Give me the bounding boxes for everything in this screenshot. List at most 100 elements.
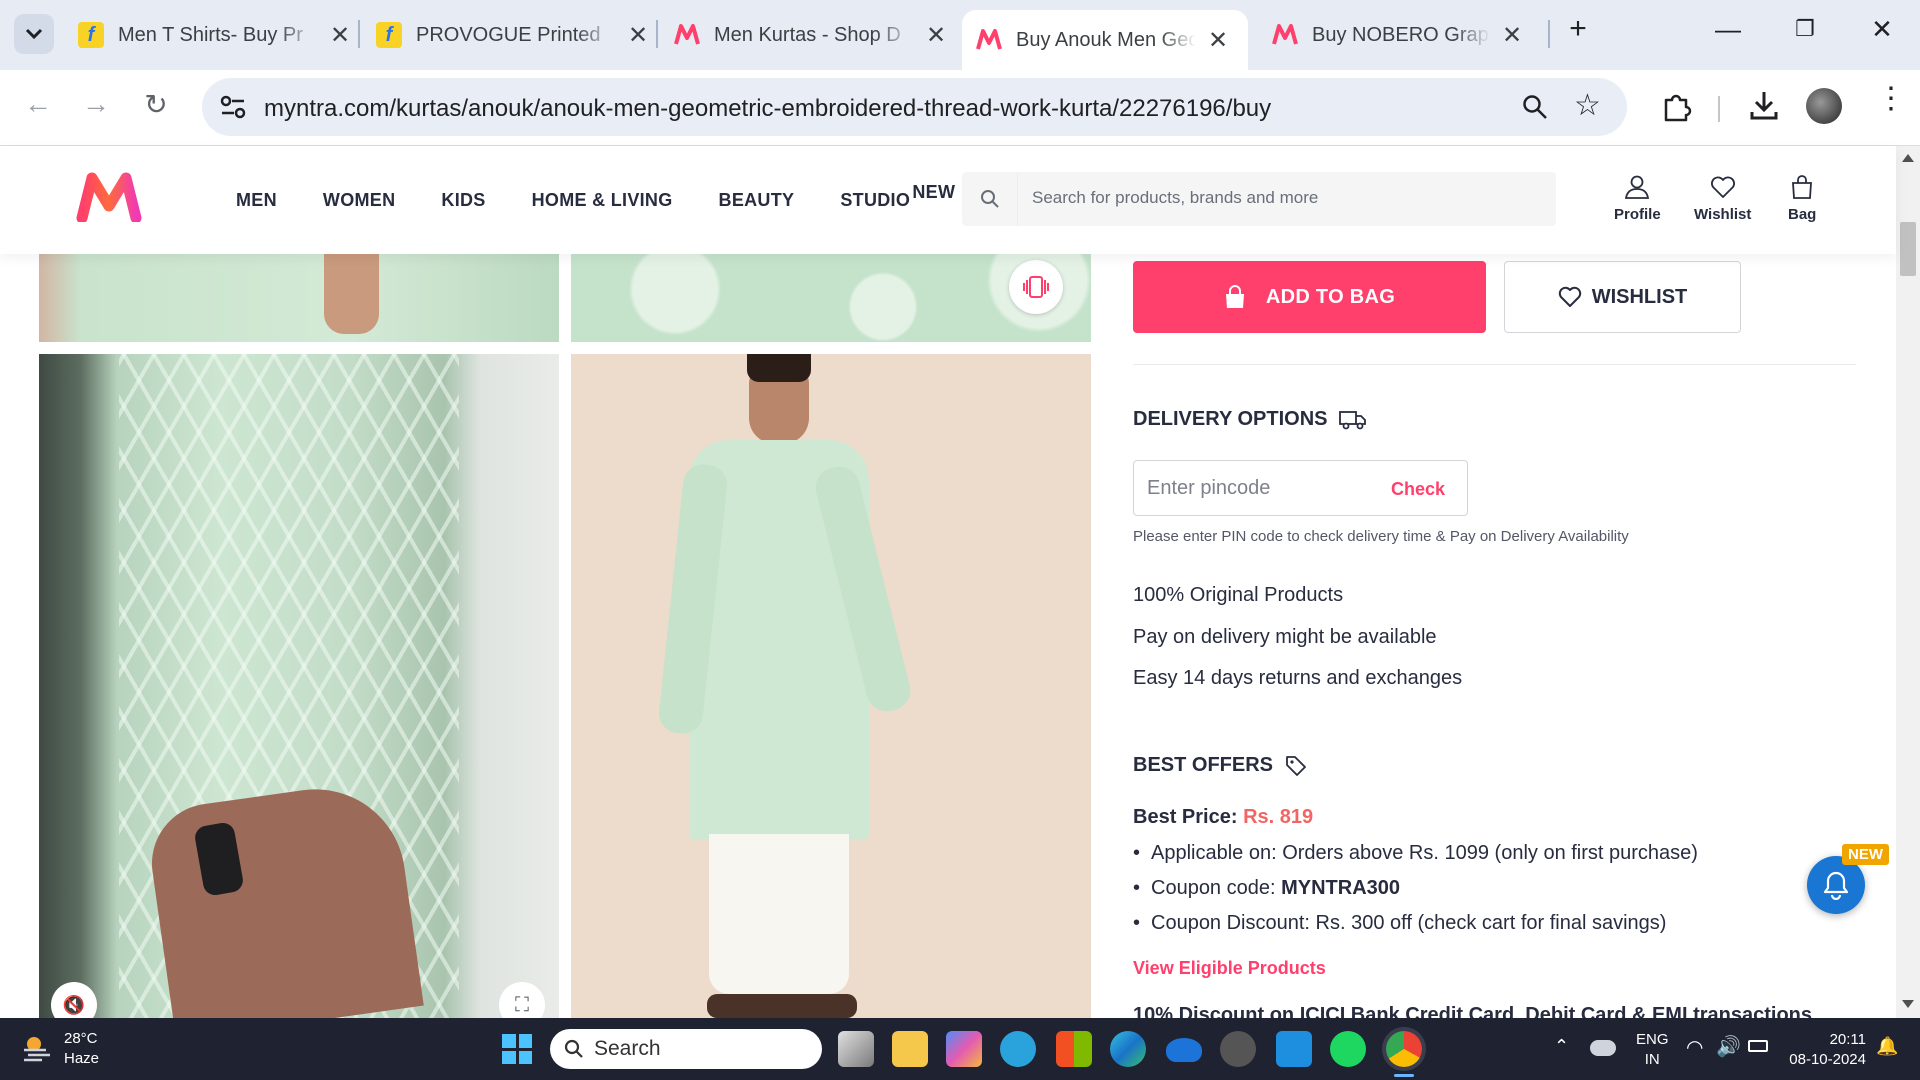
browser-tab-4-active[interactable]: Buy Anouk Men Geo ✕ <box>962 10 1248 70</box>
profile-button[interactable]: Profile <box>1614 174 1661 223</box>
delivery-options-heading: DELIVERY OPTIONS <box>1133 408 1367 431</box>
notification-center-icon[interactable]: 🔔 <box>1876 1036 1898 1057</box>
model-hair <box>747 354 811 382</box>
scrollbar-thumb[interactable] <box>1900 222 1916 276</box>
site-info-icon[interactable] <box>220 95 246 119</box>
bag-button[interactable]: Bag <box>1788 174 1816 223</box>
copilot-icon[interactable] <box>946 1031 982 1067</box>
minimize-icon[interactable]: — <box>1708 14 1748 45</box>
reload-icon[interactable]: ↻ <box>136 88 176 121</box>
view-eligible-products-link[interactable]: View Eligible Products <box>1133 958 1326 979</box>
nav-men[interactable]: MEN <box>236 190 277 211</box>
browser-tab-1[interactable]: f Men T Shirts- Buy Pr ✕ <box>64 10 366 60</box>
search-bar[interactable]: Search for products, brands and more <box>962 172 1556 226</box>
nav-home-living[interactable]: HOME & LIVING <box>532 190 673 211</box>
coupon-code: MYNTRA300 <box>1281 877 1401 899</box>
offer-text: Applicable on: Orders above Rs. 1099 (on… <box>1151 842 1698 864</box>
nav-women[interactable]: WOMEN <box>323 190 396 211</box>
search-icon <box>564 1039 583 1058</box>
wishlist-button[interactable]: Wishlist <box>1694 174 1751 223</box>
best-price-value: Rs. 819 <box>1243 806 1314 828</box>
zoom-search-icon[interactable] <box>1522 94 1548 120</box>
product-video[interactable]: 🔇 ⛶ <box>39 354 559 1018</box>
task-view-icon[interactable] <box>838 1031 874 1067</box>
scroll-down-arrow-icon[interactable] <box>1902 1000 1914 1008</box>
product-image-model[interactable] <box>571 354 1091 1018</box>
weather-widget[interactable]: 28°C Haze <box>22 1028 142 1072</box>
tab-search-dropdown[interactable] <box>14 14 54 54</box>
battery-icon[interactable] <box>1748 1040 1768 1052</box>
download-icon[interactable] <box>1748 88 1780 122</box>
lang-bottom: IN <box>1644 1051 1660 1068</box>
close-icon[interactable]: ✕ <box>1500 21 1524 50</box>
new-tab-plus-icon[interactable]: + <box>1558 12 1598 46</box>
scroll-up-arrow-icon[interactable] <box>1902 154 1914 162</box>
offer-coupon-discount: Coupon Discount: Rs. 300 off (check cart… <box>1133 912 1698 935</box>
extensions-puzzle-icon[interactable] <box>1660 90 1694 124</box>
close-icon[interactable]: ✕ <box>924 21 948 50</box>
best-price-label: Best Price: <box>1133 806 1238 828</box>
clock[interactable]: 20:11 08-10-2024 <box>1786 1030 1866 1070</box>
add-to-bag-button[interactable]: ADD TO BAG <box>1133 261 1486 333</box>
more-menu-icon[interactable]: ⋮ <box>1876 84 1906 114</box>
file-explorer-icon[interactable] <box>892 1031 928 1067</box>
search-button[interactable] <box>962 172 1018 226</box>
close-window-icon[interactable]: ✕ <box>1862 14 1902 45</box>
page-scrollbar[interactable] <box>1896 146 1920 1018</box>
chrome-icon[interactable] <box>1386 1031 1422 1067</box>
check-pincode-button[interactable]: Check <box>1391 479 1445 500</box>
restore-icon[interactable]: ❐ <box>1785 16 1825 42</box>
browser-tab-2[interactable]: f PROVOGUE Printed ✕ <box>362 10 664 60</box>
onedrive-icon[interactable] <box>1166 1038 1202 1062</box>
weather-desc: Haze <box>64 1050 100 1067</box>
toolbar-divider <box>1718 96 1720 122</box>
mute-button[interactable]: 🔇 <box>51 982 97 1018</box>
forward-arrow-icon[interactable]: → <box>76 88 116 120</box>
nav-beauty[interactable]: BEAUTY <box>719 190 795 211</box>
onedrive-tray-icon[interactable] <box>1590 1040 1616 1056</box>
browser-tab-5[interactable]: Buy NOBERO Graph ✕ <box>1258 10 1538 60</box>
edge-icon[interactable] <box>1110 1031 1146 1067</box>
offer-text: Coupon Discount: Rs. 300 off (check cart… <box>1151 912 1667 934</box>
tab-title: Men Kurtas - Shop D <box>714 23 901 46</box>
url-text[interactable]: myntra.com/kurtas/anouk/anouk-men-geomet… <box>264 95 1271 123</box>
back-arrow-icon[interactable]: ← <box>18 88 58 120</box>
close-icon[interactable]: ✕ <box>626 21 650 50</box>
browser-tab-3[interactable]: Men Kurtas - Shop D ✕ <box>660 10 962 60</box>
profile-avatar[interactable] <box>1806 88 1842 124</box>
heart-icon <box>1558 286 1581 307</box>
tab-separator <box>358 20 360 48</box>
start-button[interactable] <box>502 1034 532 1064</box>
show-hidden-icons[interactable]: ⌃ <box>1554 1036 1569 1057</box>
clock-date: 08-10-2024 <box>1789 1051 1866 1068</box>
myntra-logo[interactable] <box>76 172 142 222</box>
media-app-icon[interactable] <box>1220 1031 1256 1067</box>
nav-studio[interactable]: STUDIO NEW <box>840 182 956 211</box>
vscode-icon[interactable] <box>1276 1031 1312 1067</box>
wifi-icon[interactable]: ◠ <box>1686 1035 1703 1060</box>
bookmark-star-icon[interactable]: ☆ <box>1574 88 1601 123</box>
pincode-note: Please enter PIN code to check delivery … <box>1133 528 1629 545</box>
microsoft-store-icon[interactable] <box>1056 1031 1092 1067</box>
weather-haze-icon <box>24 1037 50 1062</box>
product-image-1[interactable] <box>39 254 559 342</box>
telegram-icon[interactable] <box>1000 1031 1036 1067</box>
offer-text: Coupon code: <box>1151 877 1282 899</box>
fullscreen-button[interactable]: ⛶ <box>499 982 545 1018</box>
address-bar[interactable]: myntra.com/kurtas/anouk/anouk-men-geomet… <box>202 78 1627 136</box>
start-tile <box>502 1034 516 1048</box>
similar-products-button[interactable] <box>1009 260 1063 314</box>
search-input[interactable]: Search for products, brands and more <box>1032 188 1318 208</box>
close-icon[interactable]: ✕ <box>328 21 352 50</box>
taskbar-search[interactable]: Search <box>550 1029 822 1069</box>
language-indicator[interactable]: ENG IN <box>1636 1030 1669 1070</box>
spotify-icon[interactable] <box>1330 1031 1366 1067</box>
close-icon[interactable]: ✕ <box>1206 26 1230 55</box>
pincode-input[interactable]: Enter pincode <box>1147 477 1270 500</box>
volume-icon[interactable]: 🔊 <box>1716 1034 1741 1059</box>
tab-separator <box>656 20 658 48</box>
nav-kids[interactable]: KIDS <box>441 190 485 211</box>
pincode-field[interactable]: Enter pincode Check <box>1133 460 1468 516</box>
product-image-2[interactable] <box>571 254 1091 342</box>
wishlist-product-button[interactable]: WISHLIST <box>1504 261 1741 333</box>
